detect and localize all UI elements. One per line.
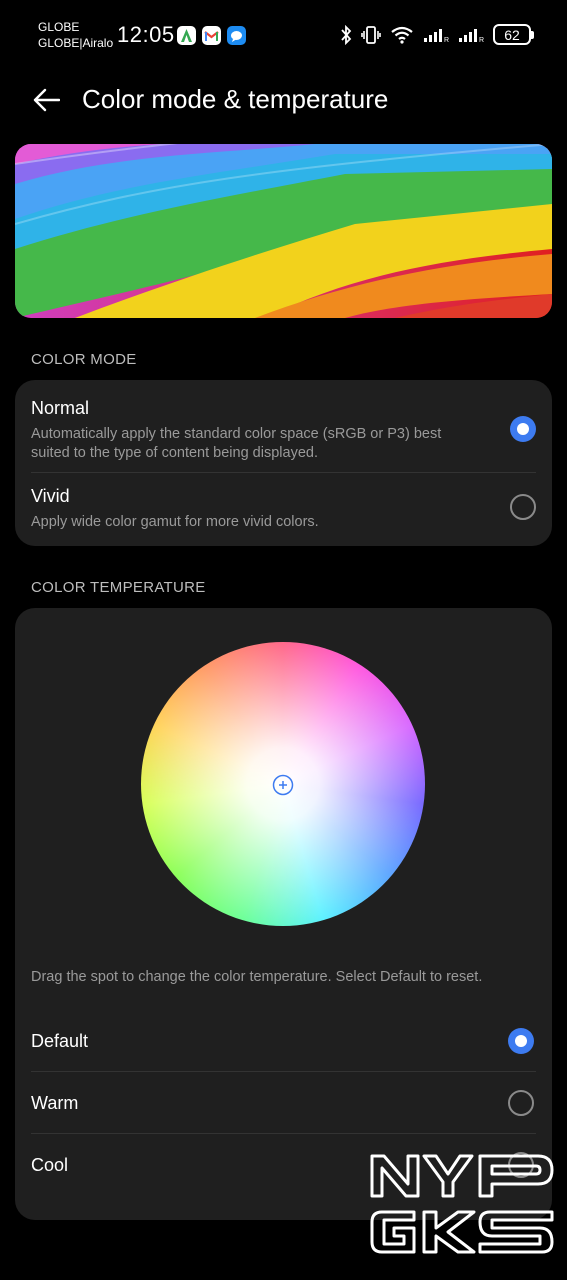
color-picker-handle[interactable] — [272, 774, 294, 796]
temperature-option-default[interactable]: Default — [31, 1031, 536, 1052]
signal-icon: R — [423, 27, 449, 43]
carrier-line-1: GLOBE — [38, 20, 80, 34]
default-radio[interactable] — [508, 1028, 534, 1054]
messages-icon — [227, 26, 246, 45]
crosshair-icon — [272, 774, 294, 796]
temperature-option-warm[interactable]: Warm — [31, 1093, 536, 1114]
option-title: Normal — [31, 398, 90, 418]
carrier-label: GLOBE GLOBE|Airalo — [38, 19, 113, 51]
vibrate-icon — [361, 25, 381, 45]
svg-text:R: R — [479, 37, 484, 43]
color-mode-section-label: COLOR MODE — [31, 351, 137, 368]
color-mode-option-vivid[interactable]: Vivid Apply wide color gamut for more vi… — [31, 486, 536, 532]
divider — [31, 1071, 536, 1072]
clock: 12:05 — [117, 22, 175, 47]
option-description: Apply wide color gamut for more vivid co… — [31, 514, 319, 530]
back-button[interactable] — [28, 82, 64, 118]
option-title: Default — [31, 1031, 89, 1051]
preview-image — [15, 144, 552, 318]
color-temperature-hint: Drag the spot to change the color temper… — [31, 969, 483, 985]
color-temperature-card: Drag the spot to change the color temper… — [15, 608, 552, 1220]
normal-radio[interactable] — [510, 416, 536, 442]
option-title: Vivid — [31, 486, 70, 506]
divider — [31, 1133, 536, 1134]
option-title: Warm — [31, 1093, 79, 1113]
battery-indicator: 62 — [493, 24, 534, 45]
bluetooth-icon — [340, 24, 352, 45]
back-arrow-icon — [33, 88, 60, 112]
status-bar: GLOBE GLOBE|Airalo 12:05 R R 62 — [0, 0, 567, 70]
signal-icon: R — [458, 27, 484, 43]
android-auto-icon — [177, 26, 196, 45]
notification-icons — [177, 26, 246, 45]
option-description: Automatically apply the standard color s… — [31, 426, 442, 461]
warm-radio[interactable] — [508, 1090, 534, 1116]
vivid-radio[interactable] — [510, 494, 536, 520]
divider — [31, 472, 536, 473]
carrier-line-2: GLOBE|Airalo — [38, 36, 114, 50]
color-mode-card: Normal Automatically apply the standard … — [15, 380, 552, 546]
nypgks-watermark-logo — [368, 1150, 558, 1265]
color-temperature-section-label: COLOR TEMPERATURE — [31, 579, 206, 596]
color-mode-option-normal[interactable]: Normal Automatically apply the standard … — [31, 398, 536, 463]
svg-text:R: R — [444, 37, 449, 43]
battery-level: 62 — [504, 26, 520, 43]
page-title: Color mode & temperature — [82, 84, 389, 114]
system-status-icons: R R 62 — [340, 24, 534, 45]
wifi-icon — [390, 26, 414, 44]
gmail-icon — [202, 26, 221, 45]
app-bar: Color mode & temperature — [0, 70, 567, 130]
